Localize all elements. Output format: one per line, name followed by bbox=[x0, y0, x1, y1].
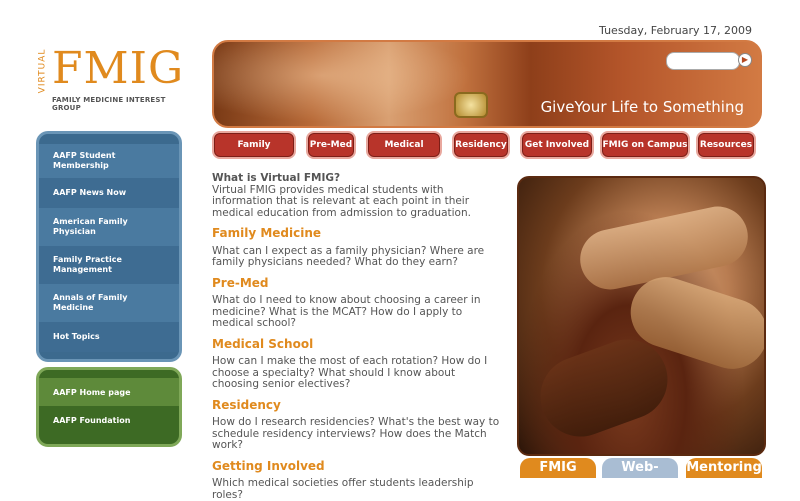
intro-title: What is Virtual FMIG? bbox=[212, 172, 341, 184]
tab-pre-med[interactable]: Pre-Med bbox=[306, 131, 356, 159]
tab-fmig-on-campus[interactable]: FMIG on Campus bbox=[600, 131, 690, 159]
tab-residency[interactable]: Residency bbox=[452, 131, 510, 159]
tab-get-involved[interactable]: Get Involved bbox=[520, 131, 594, 159]
section-heading-medical-school[interactable]: Medical School bbox=[212, 338, 504, 351]
sidebar-primary: AAFP Student Membership AAFP News Now Am… bbox=[36, 131, 182, 362]
sidebar-item-aafp-foundation[interactable]: AAFP Foundation bbox=[39, 406, 179, 434]
hero-slogan: GiveYour Life to Something bbox=[540, 98, 744, 116]
section-heading-getting-involved[interactable]: Getting Involved bbox=[212, 460, 504, 473]
section-text-residency: How do I research residencies? What's th… bbox=[212, 416, 500, 451]
tab-medical-school[interactable]: Medical School bbox=[366, 131, 442, 174]
tab-resources[interactable]: Resources bbox=[696, 131, 756, 159]
hero-photo-watch bbox=[454, 92, 488, 118]
sidebar-item-family-practice-management[interactable]: Family Practice Management bbox=[39, 246, 179, 284]
sidebar-item-annals-of-family-medicine[interactable]: Annals of Family Medicine bbox=[39, 284, 179, 322]
section-text-medical-school: How can I make the most of each rotation… bbox=[212, 355, 488, 390]
main-content: What is Virtual FMIG? Virtual FMIG provi… bbox=[212, 172, 504, 501]
section-text-family-medicine: What can I expect as a family physician?… bbox=[212, 244, 485, 268]
section-text-pre-med: What do I need to know about choosing a … bbox=[212, 294, 481, 329]
logo-wordmark: FMIG bbox=[52, 43, 185, 94]
current-date: Tuesday, February 17, 2009 bbox=[599, 24, 752, 37]
badge-web-based[interactable]: Web-based bbox=[602, 458, 678, 478]
sidebar-secondary: AAFP Home page AAFP Foundation bbox=[36, 367, 182, 447]
logo-tagline: FAMILY MEDICINE INTEREST GROUP bbox=[52, 96, 166, 112]
badge-fmig[interactable]: FMIG bbox=[520, 458, 596, 478]
section-heading-family-medicine[interactable]: Family Medicine bbox=[212, 227, 504, 240]
sidebar-item-aafp-student-membership[interactable]: AAFP Student Membership bbox=[39, 144, 179, 178]
fmig-logo[interactable]: VIRTUAL FMIG FAMILY MEDICINE INTEREST GR… bbox=[37, 43, 188, 114]
hands-photo bbox=[517, 176, 766, 456]
badge-mentoring[interactable]: Mentoring bbox=[686, 458, 762, 478]
logo-virtual: VIRTUAL bbox=[37, 48, 48, 94]
section-text-getting-involved: Which medical societies offer students l… bbox=[212, 477, 474, 501]
sidebar-item-aafp-news-now[interactable]: AAFP News Now bbox=[39, 178, 179, 208]
search-input[interactable] bbox=[666, 52, 740, 70]
section-heading-residency[interactable]: Residency bbox=[212, 399, 504, 412]
arrow-right-icon[interactable]: ▶ bbox=[738, 53, 752, 67]
sidebar-item-aafp-home-page[interactable]: AAFP Home page bbox=[39, 378, 179, 406]
section-heading-pre-med[interactable]: Pre-Med bbox=[212, 277, 504, 290]
hero-photo-highlight bbox=[214, 42, 484, 126]
tab-family-medicine[interactable]: Family Medicine bbox=[212, 131, 296, 174]
intro-text: Virtual FMIG provides medical students w… bbox=[212, 183, 471, 219]
sidebar-item-hot-topics[interactable]: Hot Topics bbox=[39, 322, 179, 352]
sidebar-item-american-family-physician[interactable]: American Family Physician bbox=[39, 208, 179, 246]
